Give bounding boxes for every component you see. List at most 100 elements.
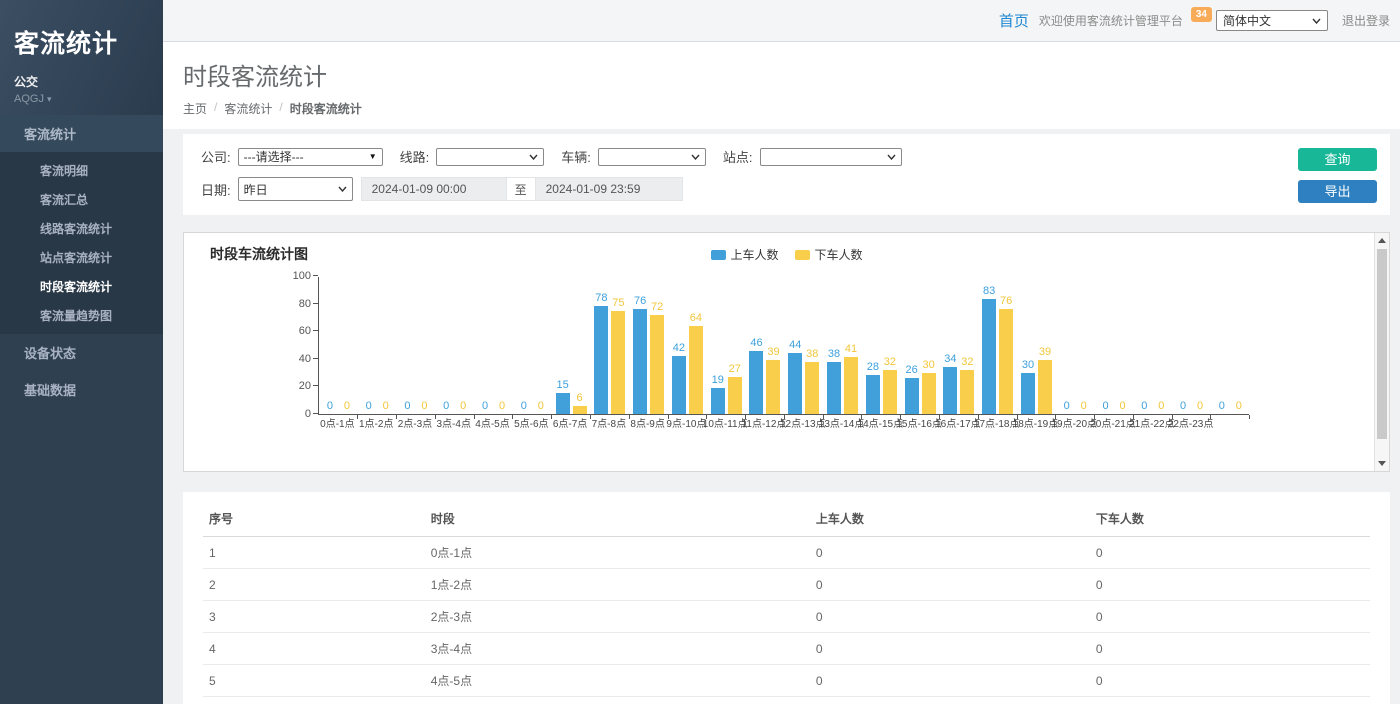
y-axis-tick [313, 385, 318, 386]
company-value: ---请选择--- [244, 148, 304, 165]
x-axis-label-cell [1210, 418, 1249, 431]
bar-value: 0 [499, 400, 505, 414]
x-axis-label: 6点-7点 [553, 418, 587, 431]
bar-group: 2630 [901, 277, 940, 414]
bar-value: 42 [673, 342, 685, 356]
bar-value: 15 [556, 379, 568, 393]
query-button[interactable]: 查询 [1298, 148, 1377, 171]
legend-item[interactable]: 下车人数 [795, 246, 863, 263]
sidebar-item-passenger-stats[interactable]: 客流统计 [0, 115, 163, 152]
legend-item[interactable]: 上车人数 [710, 246, 778, 263]
bar-value: 76 [634, 295, 646, 309]
table-header-cell: 下车人数 [1090, 504, 1370, 537]
chevron-down-icon [691, 154, 700, 160]
sidebar-subitem-0[interactable]: 客流明细 [0, 156, 163, 185]
bar-group: 00 [513, 277, 552, 414]
bar-value: 0 [404, 400, 410, 414]
content: 公司: ---请选择--- ▼ 线路: 车辆: 站点: [163, 129, 1400, 704]
table-cell: 0点-1点 [425, 537, 810, 569]
chevron-down-icon [338, 186, 347, 192]
table-cell: 0 [810, 665, 1090, 697]
language-value: 简体中文 [1223, 12, 1271, 29]
bar [827, 362, 841, 414]
home-link[interactable]: 首页 [999, 10, 1029, 31]
vehicle-select[interactable] [598, 148, 706, 166]
company-select[interactable]: ---请选择--- ▼ [238, 148, 383, 166]
bar-column: 0 [1116, 277, 1130, 414]
scroll-thumb[interactable] [1377, 249, 1387, 439]
table-row: 32点-3点00 [203, 601, 1370, 633]
sidebar-item-other-0[interactable]: 设备状态 [0, 334, 163, 371]
bar-value: 0 [421, 400, 427, 414]
station-select[interactable] [760, 148, 902, 166]
bar-group: 156 [552, 277, 591, 414]
chart-scrollbar[interactable] [1374, 233, 1389, 471]
line-select[interactable] [436, 148, 544, 166]
y-axis-tick [313, 358, 318, 359]
station-label: 站点: [723, 147, 753, 166]
caret-down-icon: ▾ [47, 94, 52, 104]
bar-column: 0 [340, 277, 354, 414]
bar-group: 2832 [862, 277, 901, 414]
breadcrumb-item[interactable]: 主页 [183, 100, 207, 117]
brand-title: 客流统计 [14, 24, 149, 60]
bar-column: 32 [883, 277, 897, 414]
y-axis-label: 80 [299, 298, 311, 310]
export-button[interactable]: 导出 [1298, 180, 1377, 203]
x-axis-label-cell: 13点-14点 [822, 418, 861, 431]
sidebar-subitem-3[interactable]: 站点客流统计 [0, 243, 163, 272]
sidebar-subitem-4[interactable]: 时段客流统计 [0, 272, 163, 301]
bar-column: 0 [517, 277, 531, 414]
scroll-down-icon[interactable] [1375, 456, 1389, 471]
table-cell: 5点-6点 [425, 697, 810, 704]
bar-value: 0 [327, 400, 333, 414]
language-select[interactable]: 简体中文 [1216, 10, 1328, 31]
bar [650, 315, 664, 414]
bar-group: 3432 [940, 277, 979, 414]
user-dropdown[interactable]: AQGJ ▾ [14, 93, 149, 105]
date-from-input[interactable]: 2024-01-09 00:00 [361, 177, 507, 201]
scroll-up-icon[interactable] [1375, 233, 1389, 248]
bar-column: 38 [805, 277, 819, 414]
bar-value: 44 [789, 339, 801, 353]
app-window: 客流统计 公交 AQGJ ▾ 客流统计 客流明细客流汇总线路客流统计站点客流统计… [0, 0, 1400, 704]
sidebar-subitem-5[interactable]: 客流量趋势图 [0, 301, 163, 330]
x-axis-label-cell: 7点-8点 [589, 418, 628, 431]
bar-column: 42 [672, 277, 686, 414]
bar-column: 30 [922, 277, 936, 414]
bar-column: 26 [905, 277, 919, 414]
dropdown-arrow-icon: ▼ [369, 152, 377, 161]
sidebar-subitem-1[interactable]: 客流汇总 [0, 185, 163, 214]
filter-row-2: 日期: 昨日 2024-01-09 00:00 至 2024-01-09 23:… [201, 177, 1390, 201]
bar-column: 41 [844, 277, 858, 414]
table-cell: 3点-4点 [425, 633, 810, 665]
legend-swatch-icon [795, 250, 810, 260]
x-axis-label: 5点-6点 [514, 418, 548, 431]
bar-value: 0 [1219, 400, 1225, 414]
bar-column: 32 [960, 277, 974, 414]
bar [556, 393, 570, 414]
x-axis-label-cell: 19点-20点 [1055, 418, 1094, 431]
bar [866, 375, 880, 414]
breadcrumb-item[interactable]: 客流统计 [224, 100, 272, 117]
x-axis-label-cell: 5点-6点 [512, 418, 551, 431]
sidebar-item-other-1[interactable]: 基础数据 [0, 371, 163, 408]
bar [905, 378, 919, 414]
sidebar-subitem-2[interactable]: 线路客流统计 [0, 214, 163, 243]
date-to-input[interactable]: 2024-01-09 23:59 [535, 177, 683, 201]
table-cell: 0 [1090, 633, 1370, 665]
bar [749, 351, 763, 414]
bar-value: 64 [690, 312, 702, 326]
bar-column: 19 [711, 277, 725, 414]
bar-column: 72 [650, 277, 664, 414]
date-preset-select[interactable]: 昨日 [238, 177, 353, 201]
notification-badge[interactable]: 34 [1191, 7, 1212, 22]
x-axis-label-cell: 1点-2点 [357, 418, 396, 431]
topbar: 首页 欢迎使用客流统计管理平台 34 简体中文 退出登录 [163, 0, 1400, 42]
company-label: 公司: [201, 147, 231, 166]
bar-value: 0 [482, 400, 488, 414]
logout-link[interactable]: 退出登录 [1342, 12, 1390, 29]
bar-value: 32 [961, 356, 973, 370]
bar-group: 00 [1172, 277, 1211, 414]
bar-column: 30 [1021, 277, 1035, 414]
